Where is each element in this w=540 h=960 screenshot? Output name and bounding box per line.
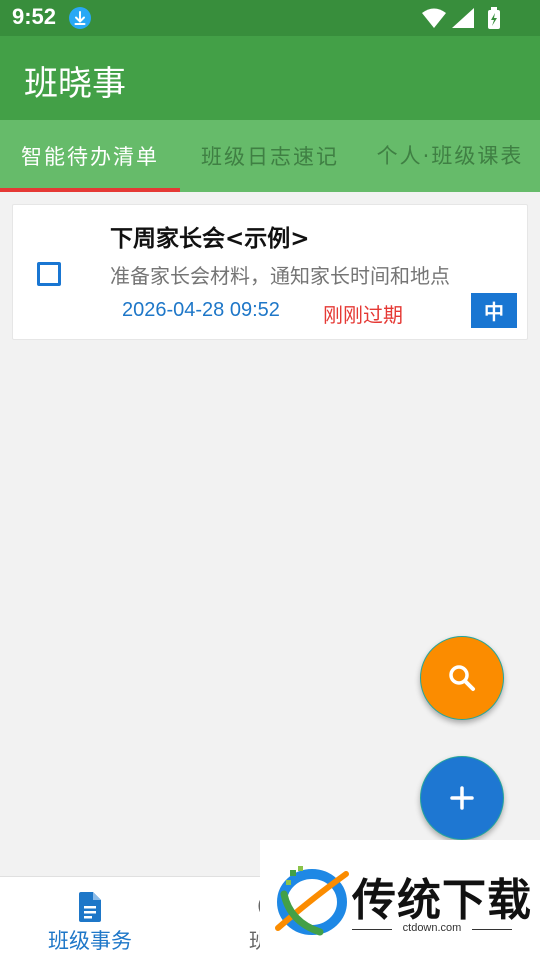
tab-schedule[interactable]: 个人·班级课表 [372, 120, 528, 192]
task-card[interactable]: 下周家长会<示例> 准备家长会材料，通知家长时间和地点 2026-04-28 0… [12, 204, 528, 340]
task-checkbox[interactable] [37, 262, 61, 286]
nav-label: 班级事务 [48, 929, 132, 953]
wifi-icon [422, 8, 446, 28]
task-datetime: 2026-04-28 09:52 [122, 299, 280, 321]
status-icons [422, 7, 500, 29]
document-icon [79, 892, 101, 922]
task-title: 下周家长会<示例> [110, 226, 310, 252]
app-title: 班晓事 [24, 64, 126, 104]
watermark-subtext: ctdown.com [402, 922, 462, 934]
task-description: 准备家长会材料，通知家长时间和地点 [110, 264, 450, 288]
download-icon [69, 7, 91, 29]
watermark-rule-right [472, 929, 512, 930]
search-button[interactable] [420, 636, 504, 720]
priority-badge: 中 [471, 293, 517, 328]
tab-indicator [0, 188, 180, 192]
tab-log[interactable]: 班级日志速记 [180, 120, 360, 192]
task-status: 刚刚过期 [323, 303, 403, 327]
search-icon [449, 665, 475, 691]
tab-bar: 智能待办清单 班级日志速记 个人·班级课表 [0, 120, 540, 192]
watermark: 传统下载 ctdown.com [260, 840, 540, 960]
ctdown-logo-icon [275, 866, 349, 936]
tab-todo[interactable]: 智能待办清单 [0, 120, 180, 192]
app-bar: 班晓事 [0, 36, 540, 120]
plus-icon [450, 786, 474, 810]
add-task-button[interactable] [420, 756, 504, 840]
status-bar: 9:52 [0, 0, 540, 36]
nav-class-affairs[interactable]: 班级事务 [0, 877, 180, 960]
status-time: 9:52 [12, 4, 57, 29]
watermark-text: 传统下载 [352, 875, 532, 926]
signal-icon [452, 8, 474, 28]
